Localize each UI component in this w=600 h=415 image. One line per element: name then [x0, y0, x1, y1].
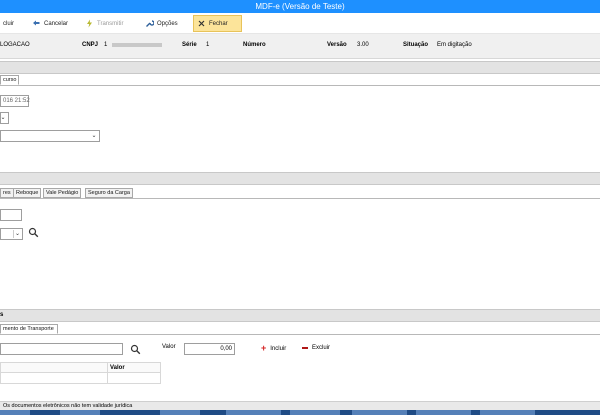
taskbar-item[interactable] [160, 410, 200, 415]
transmitir-label: Transmitir [97, 20, 124, 27]
section3-title: s [0, 312, 4, 318]
fechar-label: Fechar [209, 20, 228, 27]
document-input[interactable] [0, 343, 123, 355]
status-text: Os documentos eletrônicos não tem valida… [3, 403, 133, 409]
numero-label: Número [243, 42, 266, 48]
versao-value: 3.00 [357, 42, 369, 48]
select-small[interactable]: ⌄ [0, 112, 9, 124]
taskbar-item[interactable] [60, 410, 100, 415]
datetime-field[interactable]: 016 21:52 [0, 95, 30, 107]
tab-percurso[interactable]: curso [0, 75, 20, 85]
situacao-label: Situação [403, 42, 429, 48]
toolbar: cluir Cancelar Transmitir Opções Fechar [0, 13, 600, 34]
cnpj-value: 1 [104, 42, 108, 48]
section2-header [0, 172, 600, 185]
transmitir-button[interactable]: Transmitir [82, 15, 126, 32]
taskbar-item[interactable] [352, 410, 407, 415]
incluir-label: cluir [3, 20, 15, 27]
tab-seguro-carga[interactable]: Seguro da Carga [85, 188, 133, 198]
divider [0, 198, 600, 199]
valor-label: Valor [162, 344, 176, 350]
section3-header: s [0, 309, 600, 322]
documents-grid[interactable]: Valor [0, 362, 161, 384]
undo-icon [32, 19, 41, 28]
wrench-icon [145, 19, 155, 28]
excluir-doc-label: Excluir [312, 345, 331, 351]
status-bar: Os documentos eletrônicos não tem valida… [0, 401, 600, 410]
incluir-button[interactable]: cluir [0, 15, 17, 32]
lightning-icon [85, 19, 94, 28]
tab-vale-pedagio[interactable]: Vale Pedágio [43, 188, 82, 198]
company-name: LOGACAO [0, 42, 30, 48]
grid-header-valor: Valor [110, 365, 125, 371]
situacao-value: Em digitação [437, 42, 472, 48]
minus-icon [302, 347, 308, 349]
incluir-doc-label: Incluir [270, 345, 287, 352]
cancelar-label: Cancelar [44, 20, 69, 27]
versao-label: Versão [327, 42, 347, 48]
divider [0, 334, 600, 335]
incluir-doc-button[interactable]: + Incluir [261, 343, 287, 353]
grid-header-row [1, 363, 160, 373]
search-icon[interactable] [28, 227, 39, 238]
taskbar-item[interactable] [480, 410, 535, 415]
cnpj-redacted [112, 43, 162, 47]
chevron-down-icon: ⌄ [0, 115, 6, 121]
input-field[interactable] [0, 209, 22, 221]
taskbar-item[interactable] [290, 410, 340, 415]
taskbar-item[interactable] [226, 410, 281, 415]
serie-value: 1 [206, 42, 210, 48]
window-title: MDF-e (Versão de Teste) [0, 0, 600, 13]
search-icon[interactable] [130, 344, 141, 355]
document-info-bar: LOGACAO CNPJ 1 Série 1 Número Versão 3.0… [0, 34, 600, 59]
grid-column-divider [107, 363, 108, 383]
chevron-down-icon: ⌄ [91, 133, 97, 139]
tab-documento-transporte[interactable]: mento de Transporte [0, 324, 58, 334]
cnpj-label: CNPJ [82, 42, 99, 48]
select-field[interactable]: ⌄ [0, 228, 23, 240]
tab-reboque[interactable]: Reboque [13, 188, 42, 198]
valor-input[interactable]: 0,00 [184, 343, 235, 355]
taskbar-item[interactable] [0, 410, 30, 415]
fechar-button[interactable]: Fechar [193, 15, 242, 32]
serie-label: Série [182, 42, 197, 48]
taskbar [0, 410, 600, 415]
select-wide[interactable]: ⌄ [0, 130, 100, 142]
tab-condutores[interactable]: res [0, 188, 14, 198]
cancelar-button[interactable]: Cancelar [29, 15, 71, 32]
opcoes-button[interactable]: Opções [142, 15, 181, 32]
chevron-down-icon: ⌄ [13, 230, 21, 238]
excluir-doc-button[interactable]: Excluir [302, 345, 330, 351]
plus-icon: + [261, 343, 267, 353]
opcoes-label: Opções [157, 20, 178, 27]
close-icon [197, 19, 206, 28]
section1-header [0, 61, 600, 74]
taskbar-item[interactable] [416, 410, 471, 415]
divider [0, 85, 600, 86]
mdfe-window: MDF-e (Versão de Teste) cluir Cancelar T… [0, 0, 600, 415]
